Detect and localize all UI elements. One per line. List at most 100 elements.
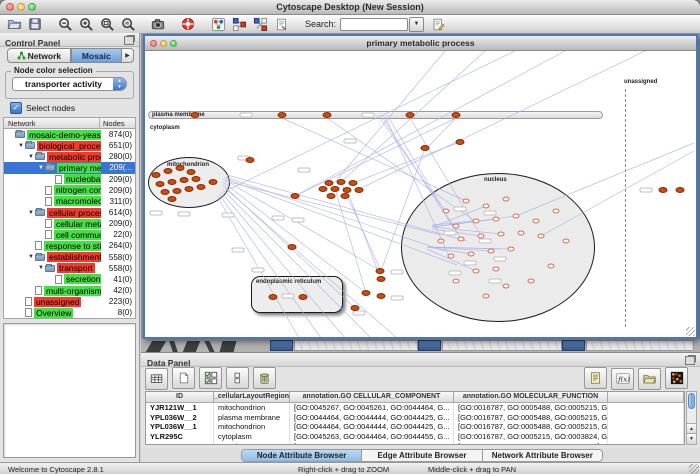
node-color-dropdown[interactable]: transporter activity ▲▼ bbox=[12, 77, 127, 91]
tree-expand-arrow[interactable]: ▼ bbox=[37, 265, 45, 271]
network-node[interactable] bbox=[452, 112, 461, 118]
frame-resize-grip[interactable] bbox=[686, 327, 695, 336]
birds-eye-view[interactable] bbox=[3, 323, 136, 458]
network-node[interactable] bbox=[468, 252, 475, 257]
delete-attribute-icon[interactable] bbox=[253, 367, 276, 389]
network-node[interactable] bbox=[355, 187, 364, 193]
tree-row[interactable]: nitrogen compou...209(0) bbox=[4, 185, 135, 196]
network-node[interactable] bbox=[406, 112, 415, 118]
tab-edge-attribute-browser[interactable]: Edge Attribute Browser bbox=[361, 450, 481, 461]
network-node[interactable] bbox=[463, 199, 470, 204]
background-window-edge[interactable] bbox=[270, 340, 293, 351]
background-window-content[interactable] bbox=[442, 340, 562, 351]
frame-minimize-button[interactable] bbox=[160, 40, 167, 47]
zoom-selected-icon[interactable] bbox=[120, 16, 136, 32]
network-node[interactable] bbox=[180, 177, 189, 183]
zoom-in-icon[interactable] bbox=[78, 16, 94, 32]
network-node[interactable] bbox=[341, 193, 350, 199]
network-node[interactable] bbox=[513, 214, 520, 219]
import-icon[interactable] bbox=[638, 368, 661, 390]
network-node[interactable] bbox=[493, 217, 500, 222]
network-node[interactable] bbox=[483, 294, 490, 299]
table-row[interactable]: YLR295Ccytoplasm[GO:0045263, GO:0044464,… bbox=[146, 432, 684, 442]
network-node[interactable] bbox=[503, 284, 510, 289]
network-frame-titlebar[interactable]: primary metabolic process bbox=[145, 36, 696, 51]
tree-row[interactable]: response to stimulu...264(0) bbox=[4, 240, 135, 251]
network-node[interactable] bbox=[553, 209, 560, 214]
dropdown-stepper-icon[interactable]: ▲▼ bbox=[113, 78, 126, 90]
tree-row[interactable]: cellular metaboli...209(0) bbox=[4, 218, 135, 229]
tab-overflow-arrow[interactable]: ▶ bbox=[122, 48, 134, 63]
network-view-frame[interactable]: primary metabolic process mitochondrion … bbox=[143, 34, 698, 339]
network-node[interactable] bbox=[456, 139, 465, 145]
network-node[interactable] bbox=[448, 254, 455, 259]
search-dropdown-arrow[interactable]: ▼ bbox=[409, 17, 424, 32]
network-node[interactable] bbox=[325, 180, 334, 186]
network-node[interactable] bbox=[327, 193, 336, 199]
tree-row[interactable]: macromolecule ...311(0) bbox=[4, 196, 135, 207]
tree-expand-arrow[interactable]: ▼ bbox=[27, 254, 35, 260]
background-window-content[interactable] bbox=[294, 340, 418, 351]
table-row[interactable]: YKR052Ccytoplasm[GO:0044464, GO:0044446,… bbox=[146, 442, 684, 445]
search-input[interactable] bbox=[340, 18, 408, 31]
network-node[interactable] bbox=[319, 186, 328, 192]
tree-expand-arrow[interactable]: ▼ bbox=[37, 165, 45, 171]
network-node[interactable] bbox=[508, 247, 515, 252]
network-node[interactable] bbox=[209, 179, 218, 185]
network-node[interactable] bbox=[498, 232, 505, 237]
table-icon[interactable] bbox=[145, 368, 168, 390]
edit-page-icon[interactable] bbox=[430, 16, 446, 32]
tree-expand-arrow[interactable]: ▼ bbox=[17, 143, 25, 149]
network-node[interactable] bbox=[453, 224, 460, 229]
network-node[interactable] bbox=[538, 234, 545, 239]
network-node[interactable] bbox=[458, 237, 465, 242]
column-header[interactable]: _cellularLayoutRegion bbox=[214, 392, 290, 402]
network-node[interactable] bbox=[278, 112, 287, 118]
network-node[interactable] bbox=[173, 188, 182, 194]
snapshot-icon[interactable] bbox=[150, 16, 166, 32]
vizmapper-icon[interactable] bbox=[210, 16, 226, 32]
tree-row[interactable]: secretion41(0) bbox=[4, 274, 135, 285]
tree-row[interactable]: mosaic-demo-yeast874(0) bbox=[4, 129, 135, 140]
minimize-button[interactable] bbox=[17, 3, 25, 11]
float-panel-icon[interactable] bbox=[124, 36, 134, 45]
frame-close-button[interactable] bbox=[150, 40, 157, 47]
table-row[interactable]: YPL036W__2plasma membrane[GO:0044464, GO… bbox=[146, 413, 684, 423]
network-node[interactable] bbox=[503, 197, 510, 202]
zoom-button[interactable] bbox=[28, 3, 36, 11]
scroll-down-icon[interactable]: ▼ bbox=[687, 433, 696, 444]
close-button[interactable] bbox=[6, 3, 14, 11]
save-icon[interactable] bbox=[27, 16, 43, 32]
network-node[interactable] bbox=[331, 186, 340, 192]
network-node[interactable] bbox=[478, 234, 485, 239]
network-node[interactable] bbox=[488, 249, 495, 254]
network-node[interactable] bbox=[269, 294, 278, 300]
network-node[interactable] bbox=[168, 179, 177, 185]
tree-row[interactable]: nucleobase-cont...209(0) bbox=[4, 174, 135, 185]
network-node[interactable] bbox=[192, 176, 201, 182]
network-node[interactable] bbox=[438, 239, 445, 244]
network-node[interactable] bbox=[323, 112, 332, 118]
tree-row[interactable]: cell communicati...22(0) bbox=[4, 229, 135, 240]
scrollbar-thumb[interactable] bbox=[688, 393, 695, 409]
network-node[interactable] bbox=[676, 187, 685, 193]
network-node[interactable] bbox=[533, 219, 540, 224]
zoom-out-icon[interactable] bbox=[57, 16, 73, 32]
network-node[interactable] bbox=[187, 169, 196, 175]
network-node[interactable] bbox=[483, 204, 490, 209]
window-titlebar[interactable]: Cytoscape Desktop (New Session) bbox=[0, 0, 700, 15]
network-node[interactable] bbox=[528, 279, 535, 284]
column-header[interactable] bbox=[608, 392, 684, 402]
tree-row[interactable]: unassigned223(0) bbox=[4, 296, 135, 307]
annotation-icon[interactable] bbox=[273, 16, 289, 32]
network-node[interactable] bbox=[152, 172, 161, 178]
tab-network[interactable]: Network bbox=[7, 48, 71, 63]
network-node[interactable] bbox=[548, 264, 555, 269]
tree-row[interactable]: ▼biological_process651(0) bbox=[4, 140, 135, 151]
network-node[interactable] bbox=[337, 179, 346, 185]
network-node[interactable] bbox=[453, 279, 460, 284]
network-node[interactable] bbox=[443, 209, 450, 214]
network-node[interactable] bbox=[473, 219, 480, 224]
tab-network-attribute-browser[interactable]: Network Attribute Browser bbox=[482, 450, 602, 461]
formula-icon[interactable]: f(x) bbox=[611, 368, 634, 390]
